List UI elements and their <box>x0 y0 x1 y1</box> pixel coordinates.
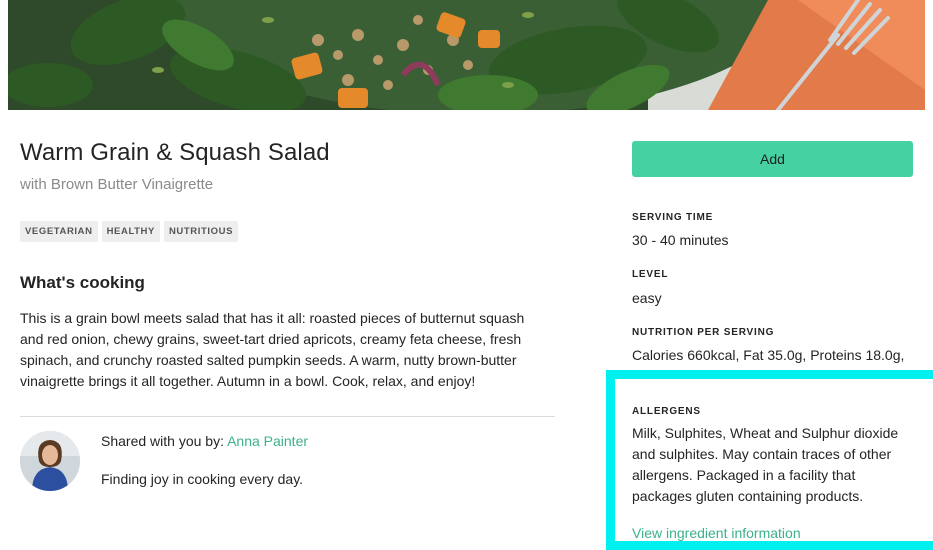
allergens-highlight-bottom <box>606 541 933 550</box>
avatar[interactable] <box>20 431 80 491</box>
allergens-label: ALLERGENS <box>632 406 701 417</box>
nutrition-value: Calories 660kcal, Fat 35.0g, Proteins 18… <box>632 347 905 363</box>
section-heading: What's cooking <box>20 273 145 292</box>
view-ingredient-link[interactable]: View ingredient information <box>632 525 801 541</box>
divider <box>20 416 555 417</box>
recipe-page: Warm Grain & Squash Salad with Brown But… <box>0 0 933 550</box>
shared-by-prefix: Shared with you by: <box>101 433 228 449</box>
author-bio: Finding joy in cooking every day. <box>101 471 304 487</box>
allergens-text: Milk, Sulphites, Wheat and Sulphur dioxi… <box>632 425 899 504</box>
recipe-description: This is a grain bowl meets salad that ha… <box>20 310 525 389</box>
tag-nutritious: NUTRITIOUS <box>163 221 239 242</box>
level-label: LEVEL <box>632 269 669 280</box>
author-link[interactable]: Anna Painter <box>227 433 308 449</box>
recipe-title: Warm Grain & Squash Salad <box>20 139 330 166</box>
level-value: easy <box>632 290 662 306</box>
add-button[interactable]: Add <box>632 141 913 177</box>
nutrition-label: NUTRITION PER SERVING <box>632 327 775 338</box>
shared-by: Shared with you by: Anna Painter <box>101 433 308 449</box>
serving-time-label: SERVING TIME <box>632 212 714 223</box>
recipe-subtitle: with Brown Butter Vinaigrette <box>20 176 214 193</box>
tag-list: VEGETARIAN HEALTHY NUTRITIOUS <box>20 221 239 242</box>
tag-vegetarian: VEGETARIAN <box>20 221 98 242</box>
hero-image <box>8 0 925 110</box>
user-avatar-icon <box>20 431 80 491</box>
tag-healthy: HEALTHY <box>101 221 160 242</box>
serving-time-value: 30 - 40 minutes <box>632 232 729 248</box>
